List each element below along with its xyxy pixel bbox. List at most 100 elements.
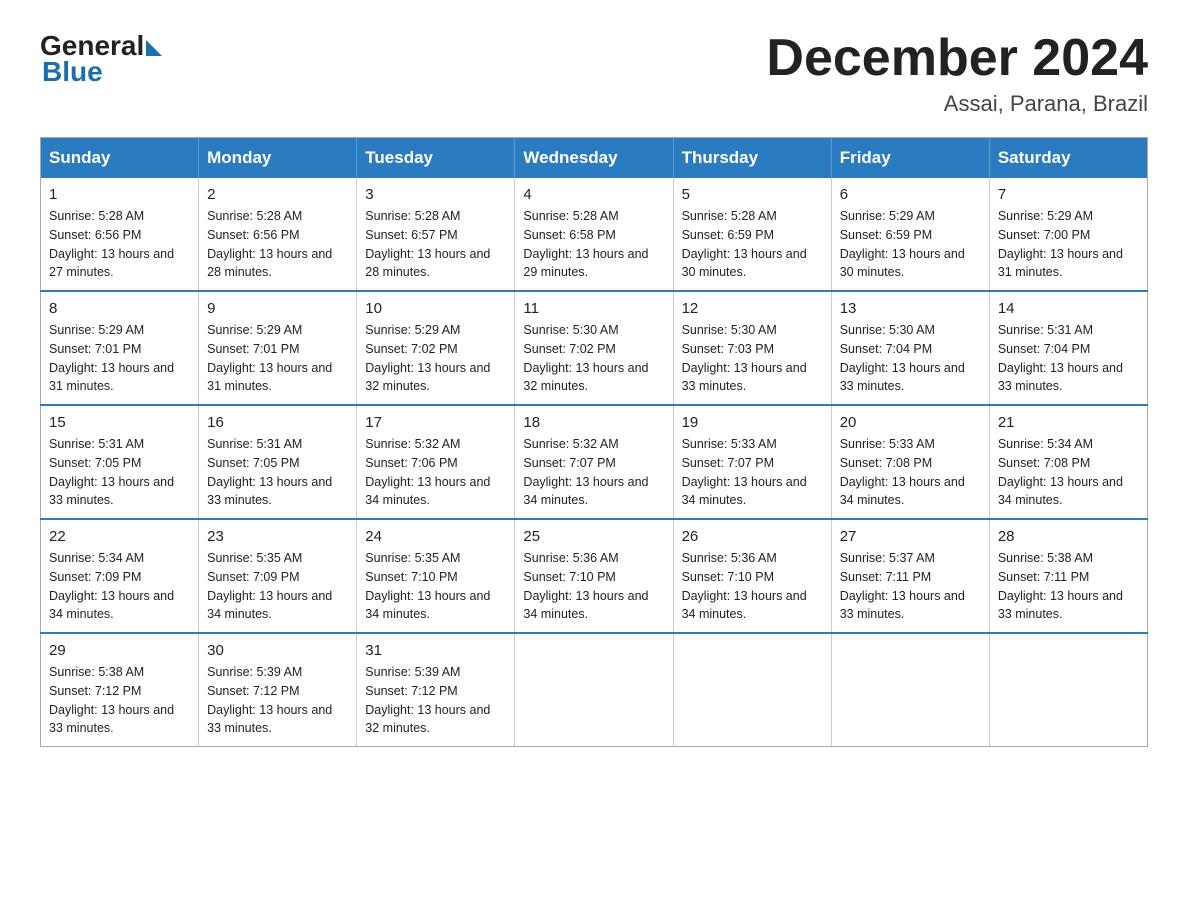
day-info: Sunrise: 5:29 AMSunset: 7:01 PMDaylight:… xyxy=(207,321,348,396)
calendar-cell: 4Sunrise: 5:28 AMSunset: 6:58 PMDaylight… xyxy=(515,178,673,291)
day-number: 12 xyxy=(682,300,823,317)
day-number: 14 xyxy=(998,300,1139,317)
day-number: 18 xyxy=(523,414,664,431)
logo-arrow-icon xyxy=(146,40,162,56)
calendar-cell: 17Sunrise: 5:32 AMSunset: 7:06 PMDayligh… xyxy=(357,405,515,519)
calendar-cell: 16 Sunrise: 5:31 AMSunset: 7:05 PMDayligh… xyxy=(199,405,357,519)
calendar-cell: 31 Sunrise: 5:39 AMSunset: 7:12 PMDayligh… xyxy=(357,633,515,747)
calendar-cell: 12 Sunrise: 5:30 AMSunset: 7:03 PMDayligh… xyxy=(673,291,831,405)
calendar-cell: 2Sunrise: 5:28 AMSunset: 6:56 PMDaylight… xyxy=(199,178,357,291)
day-info: Sunrise: 5:36 AMSunset: 7:10 PMDaylight:… xyxy=(523,549,664,624)
week-row-3: 15 Sunrise: 5:31 AMSunset: 7:05 PMDayligh… xyxy=(41,405,1148,519)
calendar-cell xyxy=(673,633,831,747)
week-row-2: 8Sunrise: 5:29 AMSunset: 7:01 PMDaylight… xyxy=(41,291,1148,405)
calendar-cell: 1Sunrise: 5:28 AMSunset: 6:56 PMDaylight… xyxy=(41,178,199,291)
calendar-cell: 20 Sunrise: 5:33 AMSunset: 7:08 PMDayligh… xyxy=(831,405,989,519)
calendar-cell xyxy=(989,633,1147,747)
calendar-cell: 26 Sunrise: 5:36 AMSunset: 7:10 PMDayligh… xyxy=(673,519,831,633)
calendar-cell: 7 Sunrise: 5:29 AMSunset: 7:00 PMDaylight… xyxy=(989,178,1147,291)
day-number: 3 xyxy=(365,186,506,203)
week-row-4: 22 Sunrise: 5:34 AMSunset: 7:09 PMDayligh… xyxy=(41,519,1148,633)
day-info: Sunrise: 5:36 AMSunset: 7:10 PMDaylight:… xyxy=(682,549,823,624)
day-info: Sunrise: 5:39 AMSunset: 7:12 PMDaylight:… xyxy=(365,663,506,738)
calendar-header-row: SundayMondayTuesdayWednesdayThursdayFrid… xyxy=(41,138,1148,179)
calendar-cell: 30 Sunrise: 5:39 AMSunset: 7:12 PMDayligh… xyxy=(199,633,357,747)
logo: General Blue xyxy=(40,30,162,88)
calendar-cell: 29Sunrise: 5:38 AMSunset: 7:12 PMDayligh… xyxy=(41,633,199,747)
day-number: 30 xyxy=(207,642,348,659)
day-info: Sunrise: 5:38 AMSunset: 7:12 PMDaylight:… xyxy=(49,663,190,738)
day-number: 7 xyxy=(998,186,1139,203)
day-number: 16 xyxy=(207,414,348,431)
day-number: 6 xyxy=(840,186,981,203)
day-number: 5 xyxy=(682,186,823,203)
day-info: Sunrise: 5:30 AMSunset: 7:03 PMDaylight:… xyxy=(682,321,823,396)
day-number: 19 xyxy=(682,414,823,431)
calendar-cell: 21 Sunrise: 5:34 AMSunset: 7:08 PMDayligh… xyxy=(989,405,1147,519)
calendar-cell: 28 Sunrise: 5:38 AMSunset: 7:11 PMDayligh… xyxy=(989,519,1147,633)
day-number: 31 xyxy=(365,642,506,659)
calendar-cell: 18Sunrise: 5:32 AMSunset: 7:07 PMDayligh… xyxy=(515,405,673,519)
header-tuesday: Tuesday xyxy=(357,138,515,179)
day-info: Sunrise: 5:39 AMSunset: 7:12 PMDaylight:… xyxy=(207,663,348,738)
day-number: 20 xyxy=(840,414,981,431)
calendar-cell: 19 Sunrise: 5:33 AMSunset: 7:07 PMDayligh… xyxy=(673,405,831,519)
calendar-cell xyxy=(831,633,989,747)
day-number: 23 xyxy=(207,528,348,545)
day-info: Sunrise: 5:29 AMSunset: 7:00 PMDaylight:… xyxy=(998,207,1139,282)
header-monday: Monday xyxy=(199,138,357,179)
day-number: 15 xyxy=(49,414,190,431)
day-info: Sunrise: 5:31 AMSunset: 7:04 PMDaylight:… xyxy=(998,321,1139,396)
day-number: 22 xyxy=(49,528,190,545)
day-info: Sunrise: 5:29 AMSunset: 7:02 PMDaylight:… xyxy=(365,321,506,396)
day-info: Sunrise: 5:30 AMSunset: 7:02 PMDaylight:… xyxy=(523,321,664,396)
day-info: Sunrise: 5:34 AMSunset: 7:09 PMDaylight:… xyxy=(49,549,190,624)
day-info: Sunrise: 5:29 AMSunset: 6:59 PMDaylight:… xyxy=(840,207,981,282)
day-number: 9 xyxy=(207,300,348,317)
calendar-cell: 24 Sunrise: 5:35 AMSunset: 7:10 PMDayligh… xyxy=(357,519,515,633)
week-row-5: 29Sunrise: 5:38 AMSunset: 7:12 PMDayligh… xyxy=(41,633,1148,747)
logo-blue-text: Blue xyxy=(42,56,162,88)
day-info: Sunrise: 5:35 AMSunset: 7:10 PMDaylight:… xyxy=(365,549,506,624)
day-info: Sunrise: 5:28 AMSunset: 6:56 PMDaylight:… xyxy=(49,207,190,282)
header-saturday: Saturday xyxy=(989,138,1147,179)
month-title: December 2024 xyxy=(766,30,1148,87)
calendar-cell: 23 Sunrise: 5:35 AMSunset: 7:09 PMDayligh… xyxy=(199,519,357,633)
day-number: 2 xyxy=(207,186,348,203)
day-info: Sunrise: 5:33 AMSunset: 7:07 PMDaylight:… xyxy=(682,435,823,510)
header-sunday: Sunday xyxy=(41,138,199,179)
calendar-cell: 15 Sunrise: 5:31 AMSunset: 7:05 PMDayligh… xyxy=(41,405,199,519)
day-number: 4 xyxy=(523,186,664,203)
day-info: Sunrise: 5:31 AMSunset: 7:05 PMDaylight:… xyxy=(49,435,190,510)
day-info: Sunrise: 5:28 AMSunset: 6:59 PMDaylight:… xyxy=(682,207,823,282)
day-number: 21 xyxy=(998,414,1139,431)
calendar-cell: 14 Sunrise: 5:31 AMSunset: 7:04 PMDayligh… xyxy=(989,291,1147,405)
day-number: 25 xyxy=(523,528,664,545)
day-info: Sunrise: 5:35 AMSunset: 7:09 PMDaylight:… xyxy=(207,549,348,624)
day-info: Sunrise: 5:34 AMSunset: 7:08 PMDaylight:… xyxy=(998,435,1139,510)
day-number: 28 xyxy=(998,528,1139,545)
day-info: Sunrise: 5:32 AMSunset: 7:06 PMDaylight:… xyxy=(365,435,506,510)
day-number: 10 xyxy=(365,300,506,317)
title-container: December 2024 Assai, Parana, Brazil xyxy=(766,30,1148,117)
calendar-cell: 8Sunrise: 5:29 AMSunset: 7:01 PMDaylight… xyxy=(41,291,199,405)
day-number: 13 xyxy=(840,300,981,317)
calendar-cell: 11 Sunrise: 5:30 AMSunset: 7:02 PMDayligh… xyxy=(515,291,673,405)
calendar-cell xyxy=(515,633,673,747)
calendar-cell: 25 Sunrise: 5:36 AMSunset: 7:10 PMDayligh… xyxy=(515,519,673,633)
day-info: Sunrise: 5:30 AMSunset: 7:04 PMDaylight:… xyxy=(840,321,981,396)
day-info: Sunrise: 5:31 AMSunset: 7:05 PMDaylight:… xyxy=(207,435,348,510)
location-title: Assai, Parana, Brazil xyxy=(766,91,1148,117)
page-header: General Blue December 2024 Assai, Parana… xyxy=(40,30,1148,117)
calendar-cell: 27Sunrise: 5:37 AMSunset: 7:11 PMDayligh… xyxy=(831,519,989,633)
calendar-cell: 13 Sunrise: 5:30 AMSunset: 7:04 PMDayligh… xyxy=(831,291,989,405)
day-number: 26 xyxy=(682,528,823,545)
day-info: Sunrise: 5:33 AMSunset: 7:08 PMDaylight:… xyxy=(840,435,981,510)
day-info: Sunrise: 5:38 AMSunset: 7:11 PMDaylight:… xyxy=(998,549,1139,624)
day-number: 11 xyxy=(523,300,664,317)
day-number: 24 xyxy=(365,528,506,545)
calendar-cell: 22 Sunrise: 5:34 AMSunset: 7:09 PMDayligh… xyxy=(41,519,199,633)
day-number: 27 xyxy=(840,528,981,545)
calendar-cell: 6 Sunrise: 5:29 AMSunset: 6:59 PMDaylight… xyxy=(831,178,989,291)
day-info: Sunrise: 5:28 AMSunset: 6:57 PMDaylight:… xyxy=(365,207,506,282)
